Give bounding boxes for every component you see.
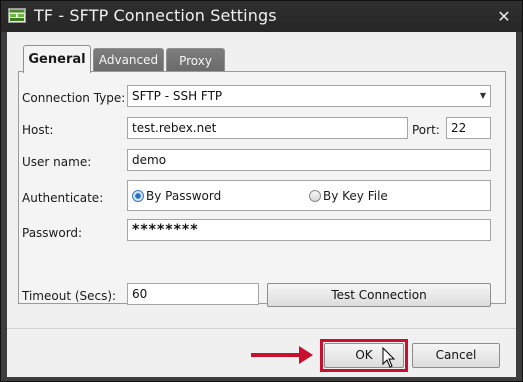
- dropdown-arrow-icon: ▼: [479, 91, 486, 100]
- dialog-body: General Advanced Proxy Connection Type: …: [7, 32, 516, 377]
- username-input[interactable]: demo: [127, 149, 491, 171]
- connection-type-label: Connection Type:: [22, 91, 126, 105]
- authenticate-options: By Password By Key File: [127, 180, 491, 211]
- by-password-label[interactable]: By Password: [146, 189, 221, 203]
- authenticate-label: Authenticate:: [22, 191, 104, 205]
- connection-type-select[interactable]: SFTP - SSH FTP ▼: [127, 85, 491, 107]
- connection-type-value: SFTP - SSH FTP: [132, 89, 223, 103]
- footer-divider: [7, 328, 516, 329]
- window-title: TF - SFTP Connection Settings: [34, 6, 277, 25]
- tab-proxy[interactable]: Proxy: [166, 48, 225, 72]
- port-label: Port:: [412, 123, 440, 137]
- app-icon: [8, 8, 26, 23]
- port-input[interactable]: 22: [446, 117, 491, 139]
- general-tab-panel: Connection Type: SFTP - SSH FTP ▼ Host: …: [18, 71, 506, 307]
- tab-general[interactable]: General: [23, 45, 91, 73]
- username-label: User name:: [22, 155, 92, 169]
- dialog-window: TF - SFTP Connection Settings ✕ General …: [0, 0, 523, 382]
- timeout-label: Timeout (Secs):: [22, 289, 117, 303]
- by-key-file-label[interactable]: By Key File: [323, 189, 388, 203]
- timeout-input[interactable]: 60: [127, 283, 259, 305]
- tab-advanced[interactable]: Advanced: [93, 48, 164, 72]
- password-input[interactable]: ********: [127, 219, 491, 241]
- host-input[interactable]: test.rebex.net: [127, 117, 408, 139]
- arrow-annotation-head: [299, 346, 313, 364]
- host-label: Host:: [22, 123, 54, 137]
- arrow-annotation-shaft: [251, 353, 301, 357]
- test-connection-button[interactable]: Test Connection: [267, 283, 491, 307]
- password-label: Password:: [22, 226, 83, 240]
- radio-by-key-file[interactable]: [309, 190, 321, 202]
- close-icon[interactable]: ✕: [494, 7, 514, 27]
- cancel-button[interactable]: Cancel: [412, 343, 500, 368]
- mouse-cursor-icon: [382, 347, 396, 368]
- title-bar: TF - SFTP Connection Settings ✕: [1, 1, 522, 32]
- radio-by-password[interactable]: [132, 190, 144, 202]
